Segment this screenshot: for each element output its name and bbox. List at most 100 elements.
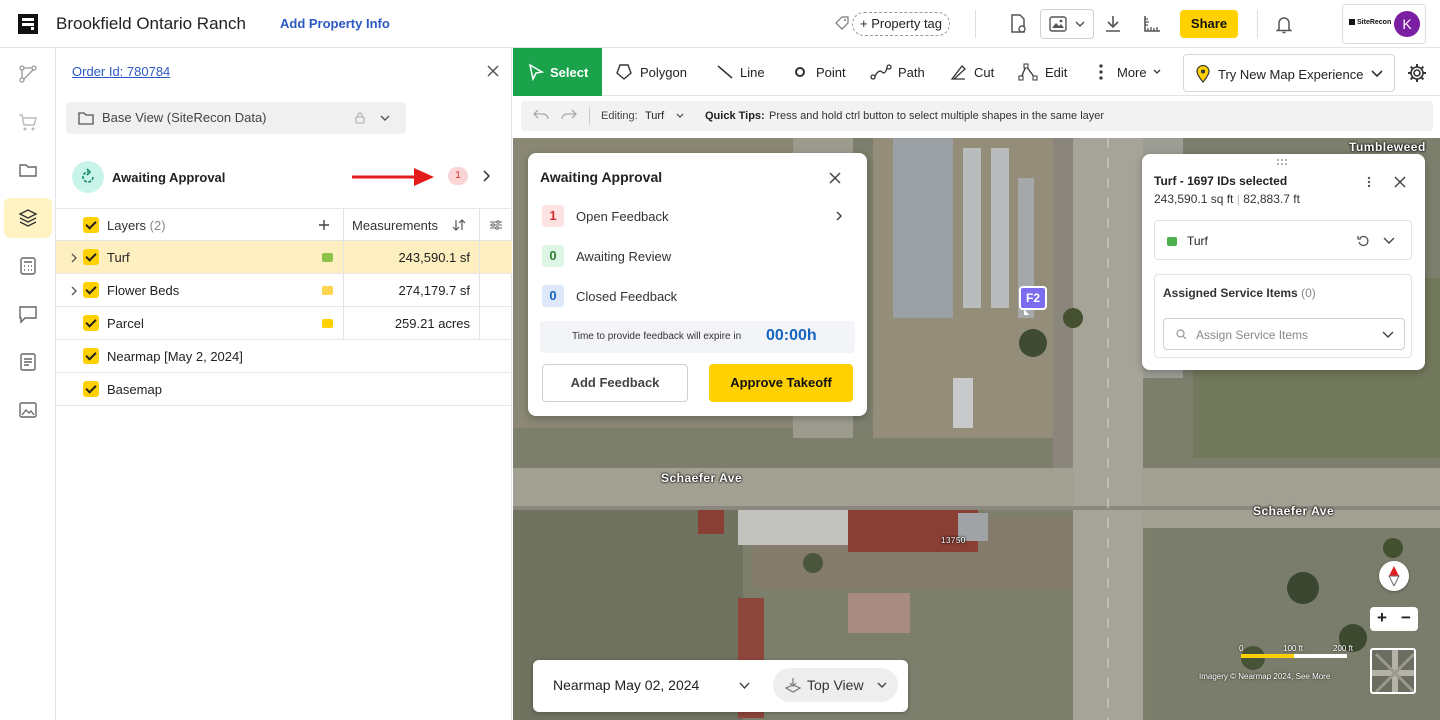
add-feedback-button[interactable]: Add Feedback <box>542 364 688 402</box>
map-canvas[interactable]: Schaefer Ave Schaefer Ave Tumbleweed 137… <box>513 138 1440 720</box>
polygon-tool-button[interactable]: Polygon <box>615 48 695 96</box>
column-divider <box>343 209 344 241</box>
zoom-out-button[interactable]: − <box>1394 608 1418 628</box>
layer-row[interactable]: Flower Beds 274,179.7 sf <box>56 274 512 307</box>
path-tool-label: Path <box>898 65 925 80</box>
edit-shape-icon <box>1018 63 1038 81</box>
point-tool-button[interactable]: Point <box>793 48 857 96</box>
layer-row[interactable]: Basemap <box>56 373 512 406</box>
rail-estimate-button[interactable] <box>4 246 52 286</box>
path-tool-button[interactable]: Path <box>870 48 930 96</box>
awaiting-approval-row[interactable]: Awaiting Approval 1 <box>56 153 512 209</box>
line-icon <box>717 65 733 79</box>
folder-icon <box>78 112 94 125</box>
column-settings-icon[interactable] <box>489 219 503 231</box>
rail-notes-button[interactable] <box>4 342 52 382</box>
selection-area: 243,590.1 sq ft <box>1154 192 1234 206</box>
rail-cart-button[interactable] <box>4 102 52 142</box>
assign-service-items-select[interactable]: Assign Service Items <box>1163 318 1405 350</box>
layer-row[interactable]: Parcel 259.21 acres <box>56 307 512 340</box>
expand-chevron-icon[interactable] <box>70 253 78 263</box>
layer-color-swatch[interactable] <box>322 319 333 328</box>
layer-color-swatch[interactable] <box>322 286 333 295</box>
feedback-status-row[interactable]: 1 Open Feedback <box>542 205 852 229</box>
notification-bell-icon[interactable] <box>1272 12 1296 36</box>
download-icon[interactable] <box>1101 12 1125 36</box>
property-tag-button[interactable]: + Property tag <box>852 12 951 36</box>
layer-selector[interactable]: Turf <box>1154 220 1412 260</box>
share-button[interactable]: Share <box>1180 10 1238 38</box>
layer-visibility-checkbox[interactable] <box>83 249 99 265</box>
scale-label: 200 ft <box>1333 644 1354 653</box>
edit-tool-button[interactable]: Edit <box>1018 48 1074 96</box>
layer-visibility-checkbox[interactable] <box>83 282 99 298</box>
imagery-dropdown[interactable] <box>1040 9 1094 39</box>
feedback-count-badge: 1 <box>542 205 564 227</box>
avatar[interactable]: K <box>1394 11 1420 37</box>
settings-gear-icon[interactable] <box>1407 63 1427 83</box>
file-settings-icon[interactable] <box>1006 12 1030 36</box>
rail-comments-button[interactable] <box>4 294 52 334</box>
chevron-down-icon[interactable] <box>1383 237 1395 245</box>
rail-folder-button[interactable] <box>4 150 52 190</box>
chevron-down-icon <box>1382 331 1394 338</box>
imagery-date-select[interactable]: Nearmap May 02, 2024 <box>553 677 699 693</box>
layer-name: Basemap <box>107 382 162 397</box>
close-icon[interactable] <box>1394 176 1406 188</box>
expiry-timer: 00:00h <box>766 327 817 344</box>
measurements-header: Measurements <box>352 218 438 233</box>
feedback-status-label: Closed Feedback <box>576 289 678 304</box>
expand-chevron-icon[interactable] <box>70 286 78 296</box>
feedback-status-row: 0 Closed Feedback <box>542 285 852 309</box>
chevron-right-icon[interactable] <box>834 211 844 221</box>
layer-row[interactable]: Turf 243,590.1 sf <box>56 241 512 274</box>
line-tool-button[interactable]: Line <box>716 48 776 96</box>
rail-shapes-button[interactable] <box>4 54 52 94</box>
drag-handle-icon[interactable] <box>1276 158 1290 166</box>
editing-label: Editing: <box>601 110 638 122</box>
chevron-down-icon[interactable] <box>676 113 684 119</box>
chevron-down-icon[interactable] <box>739 682 750 690</box>
account-menu[interactable]: SiteRecon K <box>1342 4 1426 44</box>
zoom-in-button[interactable]: + <box>1370 608 1394 628</box>
layer-visibility-checkbox[interactable] <box>83 315 99 331</box>
approve-takeoff-button[interactable]: Approve Takeoff <box>709 364 853 402</box>
layer-color-swatch[interactable] <box>322 253 333 262</box>
layer-row[interactable]: Nearmap [May 2, 2024] <box>56 340 512 373</box>
undo-icon[interactable] <box>533 109 549 121</box>
app-logo-icon[interactable] <box>18 14 38 34</box>
cut-tool-button[interactable]: Cut <box>949 48 1001 96</box>
feedback-marker[interactable]: F2 <box>1019 286 1047 315</box>
cart-icon <box>19 114 37 131</box>
close-icon[interactable] <box>829 172 841 184</box>
rail-layers-button[interactable] <box>4 198 52 238</box>
redo-icon[interactable] <box>561 109 577 121</box>
compass-button[interactable] <box>1379 561 1409 591</box>
kebab-menu-icon[interactable] <box>1366 176 1372 188</box>
folder-icon <box>19 164 37 177</box>
rail-gallery-button[interactable] <box>4 390 52 430</box>
layer-visibility-checkbox[interactable] <box>83 381 99 397</box>
column-divider <box>479 241 480 274</box>
minimap[interactable] <box>1370 648 1416 694</box>
base-view-selector[interactable]: Base View (SiteRecon Data) <box>66 102 406 134</box>
column-divider <box>343 274 344 307</box>
sort-icon[interactable] <box>452 219 466 231</box>
measure-tool-icon[interactable] <box>1140 12 1164 36</box>
kebab-menu-icon <box>1099 64 1103 80</box>
edit-tool-label: Edit <box>1045 65 1068 80</box>
order-id-link[interactable]: Order Id: 780784 <box>72 64 170 79</box>
layer-visibility-checkbox[interactable] <box>83 348 99 364</box>
more-tools-button[interactable]: More <box>1098 48 1168 96</box>
chevron-right-icon[interactable] <box>480 170 492 182</box>
add-property-info-link[interactable]: Add Property Info <box>280 16 390 31</box>
view-mode-select[interactable]: Top View <box>773 668 898 702</box>
reset-icon[interactable] <box>1357 235 1369 247</box>
select-all-checkbox[interactable] <box>83 217 99 233</box>
new-map-experience-dropdown[interactable]: Try New Map Experience <box>1183 54 1395 92</box>
imagery-credits[interactable]: Imagery © Nearmap 2024, See More <box>1199 672 1330 681</box>
close-icon[interactable] <box>486 64 500 78</box>
select-tool-button[interactable]: Select <box>513 48 602 96</box>
add-layer-icon[interactable] <box>318 219 330 231</box>
editing-layer-select[interactable]: Turf <box>645 110 664 122</box>
